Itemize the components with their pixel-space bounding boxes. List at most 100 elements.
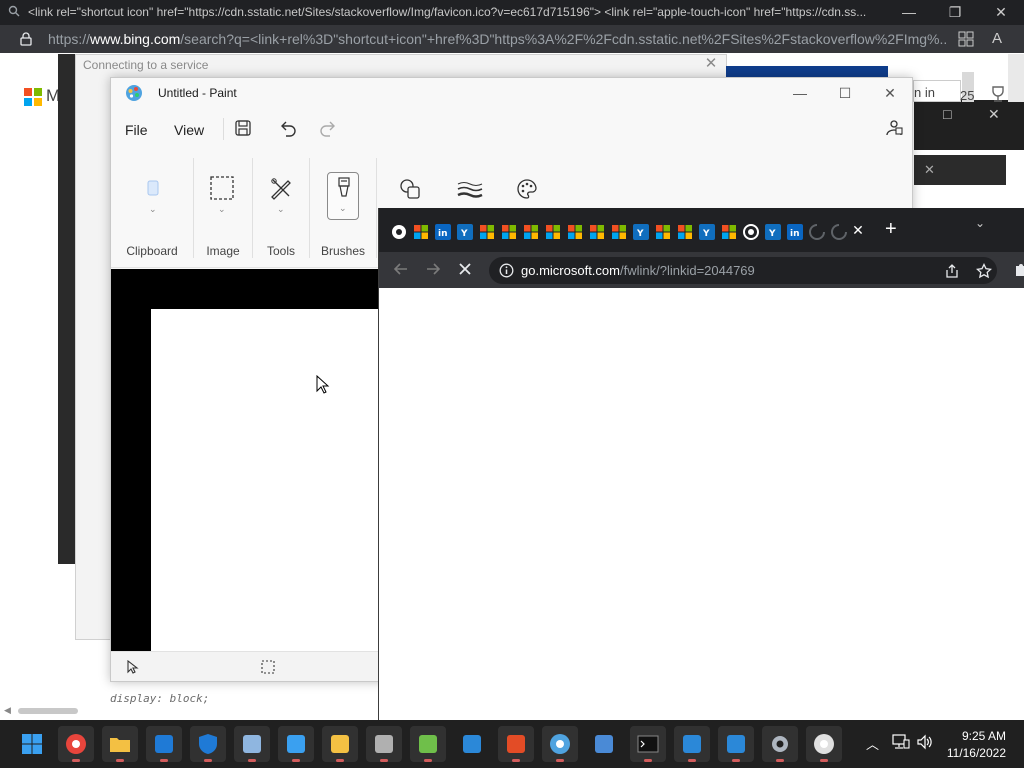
tools-group[interactable]: ⌄ Tools	[253, 150, 309, 268]
search-icon	[8, 5, 20, 17]
tab-search-chevron-icon[interactable]: ⌄	[975, 216, 985, 230]
running-indicator	[776, 759, 784, 762]
network-icon[interactable]	[892, 734, 910, 750]
forward-arrow-icon[interactable]	[425, 261, 441, 277]
chrome-tab-icon[interactable]	[391, 224, 407, 240]
maximize-button[interactable]: ❐	[932, 0, 978, 25]
shapes-icon[interactable]	[399, 178, 421, 200]
close-button[interactable]: ✕	[978, 0, 1024, 25]
linkedin-tab-icon[interactable]: in	[435, 224, 451, 240]
paint-title: Untitled - Paint	[158, 86, 237, 100]
ms-tab-icon[interactable]	[589, 224, 605, 240]
scrollbar[interactable]	[1008, 54, 1024, 102]
image-viewer-icon[interactable]	[410, 726, 446, 762]
loading-tab-icon[interactable]	[809, 224, 825, 240]
trophy-icon[interactable]	[988, 84, 1008, 104]
calendar-icon[interactable]	[718, 726, 754, 762]
scroll-left-arrow-icon[interactable]: ◀	[4, 705, 11, 716]
share-icon[interactable]	[944, 263, 960, 279]
brush-selected-frame[interactable]: ⌄	[327, 172, 359, 220]
yammer-tab-icon[interactable]: Y	[633, 224, 649, 240]
ms-tab-icon[interactable]	[611, 224, 627, 240]
yammer-tab-icon[interactable]: Y	[765, 224, 781, 240]
maximize-button[interactable]: ☐	[822, 78, 868, 108]
chrome-url[interactable]: go.microsoft.com/fwlink/?linkid=2044769	[521, 263, 755, 278]
outlook-mail-icon[interactable]	[674, 726, 710, 762]
ms-tab-icon[interactable]	[655, 224, 671, 240]
ms-tab-icon[interactable]	[523, 224, 539, 240]
terminal-icon[interactable]	[630, 726, 666, 762]
close-tab-icon[interactable]: ✕	[849, 221, 867, 239]
background-browser-title: <link rel="shortcut icon" href="https://…	[28, 5, 867, 19]
remote-desktop-icon[interactable]	[234, 726, 270, 762]
image-group[interactable]: ⌄ Image	[194, 150, 252, 268]
ms-tab-icon[interactable]	[545, 224, 561, 240]
clock-time[interactable]: 9:25 AM	[962, 729, 1006, 743]
yammer-tab-icon[interactable]: Y	[457, 224, 473, 240]
installer-icon[interactable]	[366, 726, 402, 762]
ms-tab-icon[interactable]	[721, 224, 737, 240]
close-icon[interactable]: ✕	[988, 106, 1000, 123]
running-indicator	[556, 759, 564, 762]
save-icon[interactable]	[234, 119, 252, 137]
loading-tab-icon[interactable]	[831, 224, 847, 240]
paint-taskbar-icon[interactable]	[542, 726, 578, 762]
notepad-icon[interactable]	[278, 726, 314, 762]
extensions-puzzle-icon[interactable]	[1013, 261, 1024, 277]
chrome-taskbar-icon[interactable]	[58, 726, 94, 762]
app-circle-icon[interactable]	[806, 726, 842, 762]
edge-tab-icon[interactable]	[743, 224, 759, 240]
line-size-icon[interactable]	[457, 180, 483, 200]
clock-date[interactable]: 11/16/2022	[947, 746, 1006, 760]
ms-tab-icon[interactable]	[479, 224, 495, 240]
close-icon[interactable]: ✕	[924, 162, 935, 178]
file-explorer-icon[interactable]	[102, 726, 138, 762]
minimize-button[interactable]: —	[777, 78, 823, 108]
redo-icon[interactable]	[318, 118, 338, 138]
code-snippet: display: block;	[110, 692, 210, 705]
undo-icon[interactable]	[278, 118, 298, 138]
bookmark-star-icon[interactable]	[975, 262, 993, 279]
account-settings-icon[interactable]	[884, 118, 904, 138]
stop-loading-icon[interactable]	[457, 261, 473, 277]
clipboard-group[interactable]: ⌄ Clipboard	[111, 150, 193, 268]
new-tab-icon[interactable]: +	[885, 218, 897, 241]
ms-tab-icon[interactable]	[501, 224, 517, 240]
ms-tab-icon[interactable]	[567, 224, 583, 240]
connecting-dialog-close-button[interactable]: ✕	[700, 54, 722, 74]
running-indicator	[336, 759, 344, 762]
device-manager-icon[interactable]	[586, 726, 622, 762]
menu-file[interactable]: File	[125, 122, 148, 138]
file-icon[interactable]	[322, 726, 358, 762]
maximize-icon[interactable]: ☐	[942, 108, 953, 122]
site-info-icon[interactable]	[499, 263, 514, 278]
svg-text:in: in	[790, 229, 800, 239]
svg-text:Y: Y	[768, 229, 776, 239]
brushes-group[interactable]: ⌄ Brushes	[310, 150, 376, 268]
ms-tab-icon[interactable]	[677, 224, 693, 240]
mail-envelope-icon[interactable]	[454, 726, 490, 762]
start-windows-icon[interactable]	[14, 726, 50, 762]
volume-icon[interactable]	[916, 734, 934, 750]
signin-button[interactable]: n in	[913, 80, 961, 102]
chevron-down-icon: ⌄	[277, 204, 285, 214]
close-button[interactable]: ✕	[867, 78, 913, 108]
ms-tab-icon[interactable]	[413, 224, 429, 240]
show-hidden-icons-chevron-icon[interactable]: ︿	[866, 734, 879, 753]
menu-view[interactable]: View	[174, 122, 204, 138]
defender-shield-icon[interactable]	[190, 726, 226, 762]
minimize-button[interactable]: —	[886, 0, 932, 25]
horizontal-scrollbar-thumb[interactable]	[18, 708, 78, 714]
photos-icon[interactable]	[146, 726, 182, 762]
office-icon[interactable]	[498, 726, 534, 762]
apps-grid-icon[interactable]	[958, 31, 974, 47]
settings-gear-icon[interactable]	[762, 726, 798, 762]
back-arrow-icon[interactable]	[393, 261, 409, 277]
select-rectangle-icon	[210, 176, 234, 200]
read-aloud-icon[interactable]: A	[992, 30, 1002, 47]
colors-palette-icon[interactable]	[516, 178, 538, 200]
chrome-omnibox[interactable]: go.microsoft.com/fwlink/?linkid=2044769	[489, 257, 997, 284]
background-url[interactable]: https://www.bing.com/search?q=<link+rel%…	[48, 31, 948, 47]
yammer-tab-icon[interactable]: Y	[699, 224, 715, 240]
linkedin-tab-icon[interactable]: in	[787, 224, 803, 240]
